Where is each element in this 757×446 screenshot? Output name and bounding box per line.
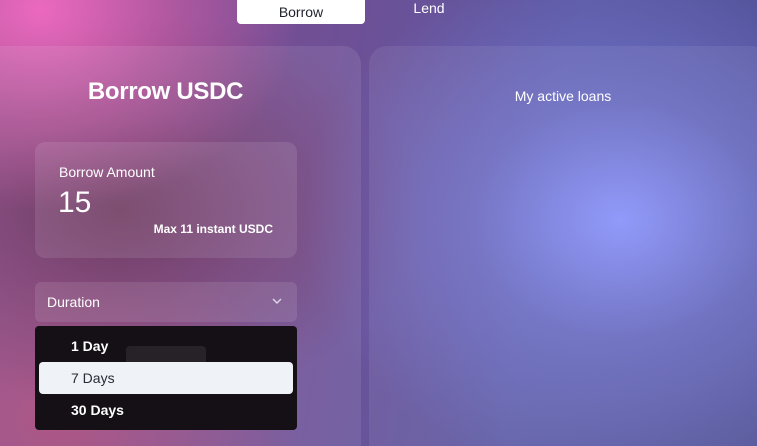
tab-borrow[interactable]: Borrow: [237, 0, 365, 24]
duration-option-1-day[interactable]: 1 Day: [39, 330, 293, 362]
active-loans-title: My active loans: [514, 88, 612, 104]
duration-label: Duration: [47, 294, 100, 310]
borrow-amount-input[interactable]: 15: [58, 186, 91, 220]
borrow-title: Borrow USDC: [87, 78, 244, 105]
borrow-amount-label: Borrow Amount: [59, 164, 155, 180]
tab-lend[interactable]: Lend: [365, 0, 493, 20]
duration-option-30-days[interactable]: 30 Days: [39, 394, 293, 426]
active-loans-panel: [369, 46, 757, 446]
duration-select[interactable]: Duration: [35, 282, 297, 322]
max-instant-note: Max 11 instant USDC: [153, 222, 273, 236]
duration-option-7-days[interactable]: 7 Days: [39, 362, 293, 394]
chevron-down-icon: [272, 298, 282, 304]
duration-dropdown-menu: 1 Day 7 Days 30 Days: [35, 326, 297, 430]
borrow-amount-card[interactable]: Borrow Amount 15 Max 11 instant USDC: [35, 142, 297, 258]
